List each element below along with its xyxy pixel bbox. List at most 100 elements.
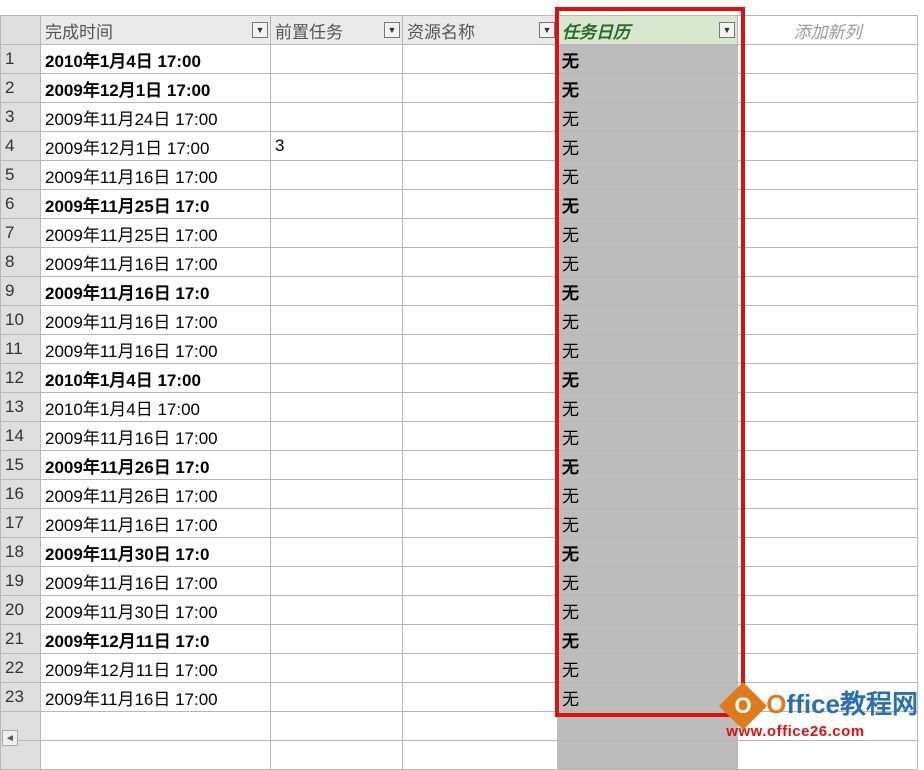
cell-resource[interactable] (403, 654, 558, 683)
cell-finish[interactable]: 2010年1月4日 17:00 (41, 45, 271, 74)
cell-resource[interactable] (403, 74, 558, 103)
cell-predecessor[interactable] (271, 741, 403, 770)
cell-finish[interactable]: 2009年11月16日 17:00 (41, 683, 271, 712)
cell-finish[interactable] (41, 741, 271, 770)
cell-empty[interactable] (738, 538, 918, 567)
row-number[interactable]: 9 (1, 277, 41, 306)
cell-predecessor[interactable] (271, 683, 403, 712)
cell-resource[interactable] (403, 103, 558, 132)
cell-predecessor[interactable] (271, 190, 403, 219)
cell-calendar[interactable]: 无 (558, 190, 738, 219)
table-row[interactable]: 122010年1月4日 17:00无 (1, 364, 918, 393)
row-number[interactable]: 18 (1, 538, 41, 567)
cell-empty[interactable] (738, 74, 918, 103)
cell-finish[interactable]: 2009年11月24日 17:00 (41, 103, 271, 132)
cell-calendar[interactable]: 无 (558, 132, 738, 161)
cell-finish[interactable]: 2010年1月4日 17:00 (41, 393, 271, 422)
cell-finish[interactable]: 2009年11月16日 17:00 (41, 248, 271, 277)
cell-finish[interactable]: 2009年11月16日 17:0 (41, 277, 271, 306)
cell-predecessor[interactable] (271, 103, 403, 132)
cell-finish[interactable]: 2009年11月26日 17:00 (41, 480, 271, 509)
cell-finish[interactable]: 2009年12月1日 17:00 (41, 132, 271, 161)
cell-calendar[interactable]: 无 (558, 335, 738, 364)
cell-empty[interactable] (738, 306, 918, 335)
row-number[interactable]: 16 (1, 480, 41, 509)
row-number[interactable]: 12 (1, 364, 41, 393)
filter-dropdown-icon[interactable]: ▼ (252, 22, 268, 38)
cell-finish[interactable] (41, 712, 271, 741)
cell-resource[interactable] (403, 422, 558, 451)
cell-predecessor[interactable] (271, 538, 403, 567)
cell-calendar[interactable] (558, 741, 738, 770)
cell-calendar[interactable]: 无 (558, 393, 738, 422)
cell-finish[interactable]: 2009年12月1日 17:00 (41, 74, 271, 103)
table-row[interactable]: 162009年11月26日 17:00无 (1, 480, 918, 509)
cell-finish[interactable]: 2010年1月4日 17:00 (41, 364, 271, 393)
cell-predecessor[interactable] (271, 596, 403, 625)
cell-resource[interactable] (403, 393, 558, 422)
cell-calendar[interactable]: 无 (558, 74, 738, 103)
cell-empty[interactable] (738, 451, 918, 480)
row-number[interactable]: 10 (1, 306, 41, 335)
cell-finish[interactable]: 2009年11月16日 17:00 (41, 567, 271, 596)
cell-resource[interactable] (403, 161, 558, 190)
cell-finish[interactable]: 2009年11月16日 17:00 (41, 306, 271, 335)
cell-empty[interactable] (738, 596, 918, 625)
cell-predecessor[interactable] (271, 451, 403, 480)
cell-empty[interactable] (738, 132, 918, 161)
cell-empty[interactable] (738, 422, 918, 451)
cell-predecessor[interactable] (271, 509, 403, 538)
table-row[interactable]: 102009年11月16日 17:00无 (1, 306, 918, 335)
cell-calendar[interactable]: 无 (558, 45, 738, 74)
cell-resource[interactable] (403, 625, 558, 654)
cell-empty[interactable] (738, 393, 918, 422)
cell-empty[interactable] (738, 219, 918, 248)
scroll-left-button[interactable]: ◄ (2, 730, 18, 746)
row-number[interactable]: 17 (1, 509, 41, 538)
row-number[interactable]: 11 (1, 335, 41, 364)
cell-calendar[interactable]: 无 (558, 538, 738, 567)
cell-empty[interactable] (738, 161, 918, 190)
cell-empty[interactable] (738, 654, 918, 683)
row-number[interactable]: 19 (1, 567, 41, 596)
filter-dropdown-icon[interactable]: ▼ (719, 22, 735, 38)
cell-calendar[interactable]: 无 (558, 625, 738, 654)
row-number[interactable]: 1 (1, 45, 41, 74)
table-row[interactable]: 22009年12月1日 17:00无 (1, 74, 918, 103)
cell-empty[interactable] (738, 741, 918, 770)
cell-predecessor[interactable] (271, 364, 403, 393)
cell-empty[interactable] (738, 277, 918, 306)
cell-calendar[interactable]: 无 (558, 567, 738, 596)
cell-resource[interactable] (403, 567, 558, 596)
cell-predecessor[interactable] (271, 480, 403, 509)
cell-empty[interactable] (738, 248, 918, 277)
cell-resource[interactable] (403, 306, 558, 335)
table-row[interactable]: 212009年12月11日 17:0无 (1, 625, 918, 654)
cell-empty[interactable] (738, 364, 918, 393)
cell-resource[interactable] (403, 538, 558, 567)
project-grid[interactable]: 完成时间 ▼ 前置任务 ▼ 资源名称 ▼ 任务日历 ▼ 添加新列 12010年1… (0, 15, 918, 770)
cell-resource[interactable] (403, 248, 558, 277)
cell-predecessor[interactable] (271, 277, 403, 306)
col-header-resource[interactable]: 资源名称 ▼ (403, 16, 558, 45)
row-number[interactable]: 22 (1, 654, 41, 683)
cell-calendar[interactable]: 无 (558, 161, 738, 190)
cell-resource[interactable] (403, 132, 558, 161)
table-row[interactable]: 112009年11月16日 17:00无 (1, 335, 918, 364)
table-row[interactable]: 82009年11月16日 17:00无 (1, 248, 918, 277)
cell-calendar[interactable]: 无 (558, 103, 738, 132)
cell-calendar[interactable]: 无 (558, 422, 738, 451)
cell-predecessor[interactable] (271, 422, 403, 451)
cell-finish[interactable]: 2009年11月30日 17:0 (41, 538, 271, 567)
cell-predecessor[interactable]: 3 (271, 132, 403, 161)
cell-calendar[interactable]: 无 (558, 683, 738, 712)
cell-finish[interactable]: 2009年12月11日 17:0 (41, 625, 271, 654)
cell-calendar[interactable]: 无 (558, 451, 738, 480)
col-header-finish[interactable]: 完成时间 ▼ (41, 16, 271, 45)
col-header-addnew[interactable]: 添加新列 (738, 16, 918, 45)
table-row[interactable]: 62009年11月25日 17:0无 (1, 190, 918, 219)
cell-finish[interactable]: 2009年11月26日 17:0 (41, 451, 271, 480)
row-number[interactable]: 5 (1, 161, 41, 190)
cell-calendar[interactable] (558, 712, 738, 741)
row-number[interactable]: 3 (1, 103, 41, 132)
